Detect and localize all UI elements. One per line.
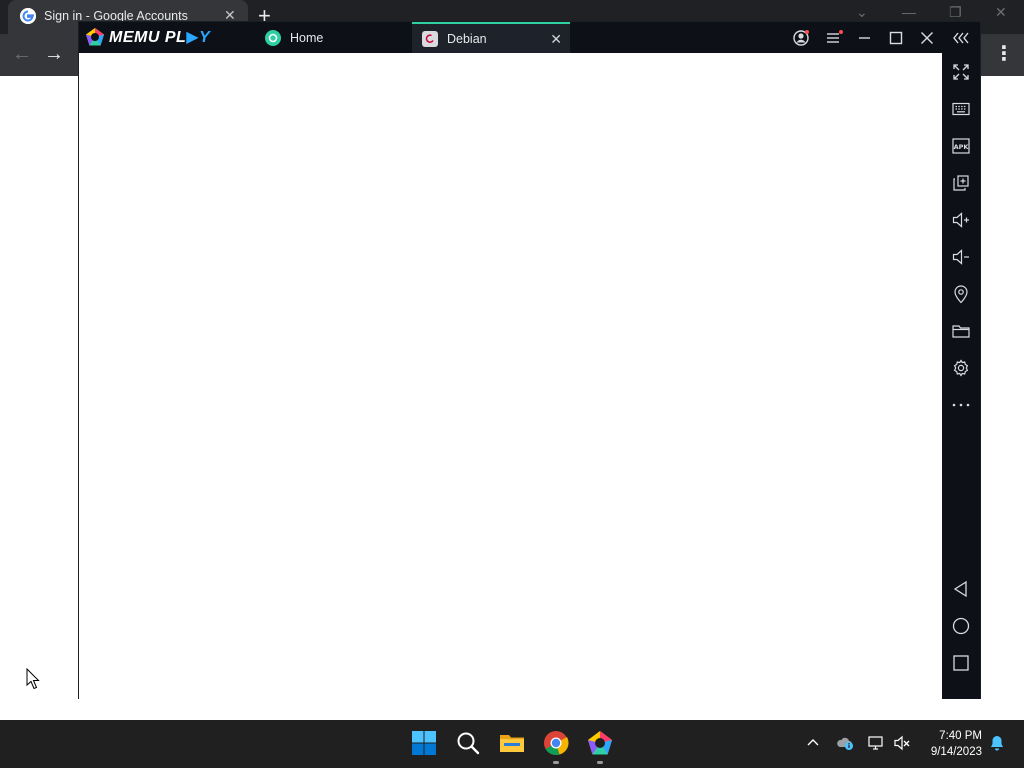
chrome-icon[interactable]: [543, 730, 569, 756]
memu-icon[interactable]: [587, 730, 613, 756]
chrome-minimize-icon[interactable]: —: [902, 4, 916, 20]
memu-running-indicator: [597, 761, 603, 764]
volume-muted-icon[interactable]: [893, 734, 911, 752]
windows-start-icon[interactable]: [411, 730, 437, 756]
mouse-cursor-icon: [26, 668, 40, 690]
volume-down-icon[interactable]: [951, 247, 971, 267]
android-home-icon[interactable]: [951, 616, 971, 636]
chrome-menu-icon[interactable]: ⋮: [994, 44, 1014, 64]
memu-titlebar: MEMU PL▶Y Home Debian ✕: [79, 22, 980, 53]
android-screen[interactable]: [79, 53, 942, 699]
google-favicon-icon: [20, 8, 36, 24]
show-hidden-icons-chevron[interactable]: [805, 734, 821, 750]
memu-logo-text: MEMU PL▶Y: [109, 29, 211, 46]
windows-taskbar: 7:40 PM 9/14/2023: [0, 720, 1024, 768]
chrome-restore-icon[interactable]: ❐: [949, 4, 962, 21]
file-explorer-icon[interactable]: [499, 730, 525, 756]
volume-up-icon[interactable]: [951, 210, 971, 230]
more-icon[interactable]: [951, 395, 971, 415]
search-icon[interactable]: [455, 730, 481, 756]
chrome-running-indicator: [553, 761, 559, 764]
location-icon[interactable]: [951, 284, 971, 304]
chrome-close-icon[interactable]: ✕: [995, 4, 1007, 21]
apk-install-icon[interactable]: APK: [951, 136, 971, 156]
forward-button[interactable]: →: [44, 43, 64, 65]
memu-tab-home[interactable]: Home: [255, 22, 411, 53]
memu-play-window: MEMU PL▶Y Home Debian ✕ APK: [78, 21, 981, 699]
tab-search-icon[interactable]: ⌄: [856, 4, 868, 21]
back-button[interactable]: ←: [12, 43, 32, 65]
memu-tab-label: Debian: [447, 31, 487, 46]
keyboard-icon[interactable]: [951, 99, 971, 119]
memu-tab-close-icon[interactable]: ✕: [550, 31, 562, 48]
shared-folder-icon[interactable]: [951, 321, 971, 341]
memu-tab-label: Home: [290, 30, 324, 45]
settings-icon[interactable]: [951, 358, 971, 378]
network-icon[interactable]: [867, 734, 885, 752]
onedrive-icon[interactable]: [836, 734, 854, 752]
clock-time: 7:40 PM: [939, 730, 982, 742]
home-app-icon: [265, 29, 281, 46]
fullscreen-icon[interactable]: [951, 62, 971, 82]
taskbar-clock[interactable]: 7:40 PM 9/14/2023: [920, 728, 982, 760]
memu-sidebar: APK: [942, 53, 980, 699]
clock-date: 9/14/2023: [930, 746, 982, 758]
notification-bell-icon[interactable]: [988, 734, 1006, 752]
android-recents-icon[interactable]: [951, 653, 971, 673]
debian-icon: [422, 30, 438, 47]
svg-text:APK: APK: [954, 143, 970, 151]
multi-instance-icon[interactable]: [951, 173, 971, 193]
android-back-icon[interactable]: [951, 579, 971, 599]
memu-tab-debian[interactable]: Debian ✕: [412, 22, 570, 53]
memu-logo-icon: [86, 28, 104, 46]
memu-logo: MEMU PL▶Y: [85, 27, 210, 47]
